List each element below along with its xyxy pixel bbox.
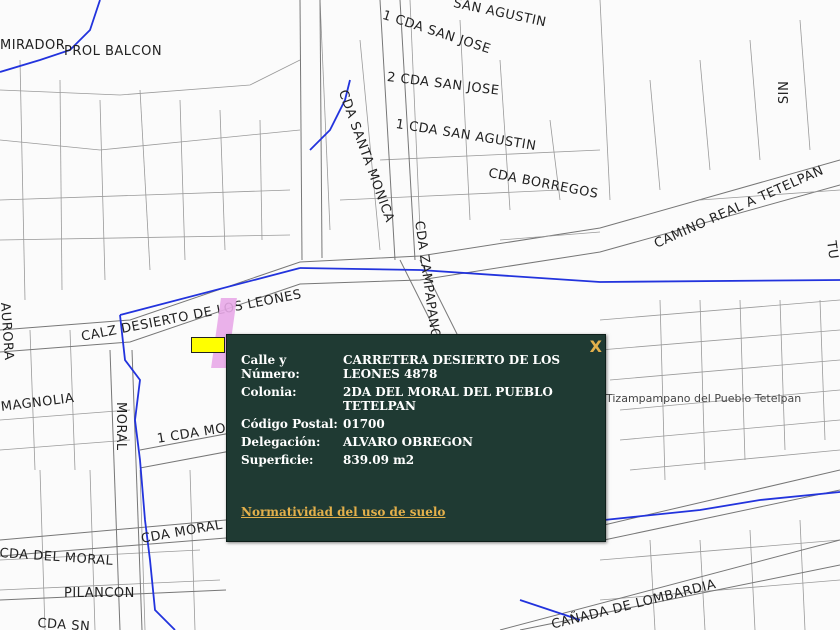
street-label-moral: MORAL: [113, 402, 128, 451]
land-use-regulation-link[interactable]: Normatividad del uso de suelo: [241, 505, 445, 519]
street-label-prol-balcon: PROL BALCON: [64, 44, 163, 59]
info-row-delegacion: Delegación: ALVARO OBREGON: [241, 435, 587, 453]
info-value: 2DA DEL MORAL DEL PUEBLO TETELPAN: [343, 385, 553, 413]
info-label: Calle y Número:: [241, 353, 300, 381]
selected-parcel-marker[interactable]: [191, 337, 225, 353]
parcel-info-popup: X Calle y Número: CARRETERA DESIERTO DE …: [226, 334, 606, 542]
info-value: 839.09 m2: [343, 453, 415, 467]
info-label: Delegación:: [241, 435, 321, 449]
info-label: Superficie:: [241, 453, 314, 467]
map-view[interactable]: MIRADOR PROL BALCON SAN AGUSTIN 1 CDA SA…: [0, 0, 840, 630]
info-value: 01700: [343, 417, 385, 431]
info-row-superficie: Superficie: 839.09 m2: [241, 453, 587, 471]
info-label: Colonia:: [241, 385, 297, 399]
place-label-tizampampano: Tizampampano del Pueblo Tetelpan: [606, 392, 802, 405]
close-popup-button[interactable]: X: [590, 337, 602, 356]
parcel-info-table: Calle y Número: CARRETERA DESIERTO DE LO…: [241, 353, 587, 471]
info-row-colonia: Colonia: 2DA DEL MORAL DEL PUEBLO TETELP…: [241, 385, 587, 417]
street-label-pilancon: PILANCON: [64, 586, 135, 601]
info-label: Código Postal:: [241, 417, 338, 431]
info-row-postal-code: Código Postal: 01700: [241, 417, 587, 435]
street-label-sin: SIN: [777, 80, 792, 104]
street-label-mirador: MIRADOR: [0, 38, 66, 53]
street-label-tu: TU: [823, 240, 840, 261]
info-value: ALVARO OBREGON: [343, 435, 474, 449]
info-value: CARRETERA DESIERTO DE LOS LEONES 4878: [343, 353, 561, 381]
info-row-street: Calle y Número: CARRETERA DESIERTO DE LO…: [241, 353, 587, 385]
